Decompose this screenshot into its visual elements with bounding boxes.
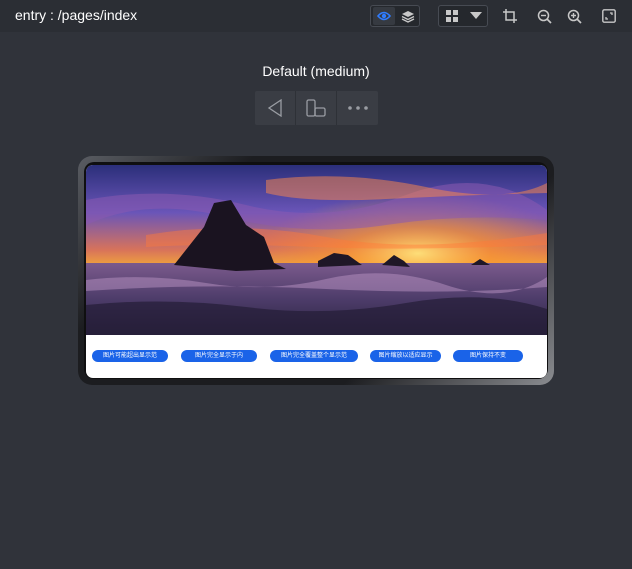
back-triangle-icon[interactable] [255, 91, 296, 125]
image-fit-button-row: 图片可能超出显示范 图片完全显示于内 图片完全覆盖整个显示范 图片缩放以适应显示… [86, 350, 547, 363]
fit-mode-button-4[interactable]: 图片缩放以适应显示 [370, 350, 441, 362]
rotate-device-icon[interactable] [296, 91, 337, 125]
more-icon[interactable] [337, 91, 378, 125]
page-path-title: entry : /pages/index [15, 7, 138, 23]
landscape-image [86, 165, 547, 335]
grid-icon [442, 7, 462, 25]
crop-icon[interactable] [501, 7, 519, 25]
top-toolbar: entry : /pages/index [0, 0, 632, 32]
layers-icon[interactable] [397, 7, 419, 25]
device-screen: 图片可能超出显示范 图片完全显示于内 图片完全覆盖整个显示范 图片缩放以适应显示… [86, 165, 547, 378]
view-toggle-group [370, 5, 420, 27]
fit-mode-button-2[interactable]: 图片完全显示于内 [181, 350, 257, 362]
layout-select[interactable] [438, 5, 488, 27]
fit-mode-button-5[interactable]: 图片保持不变 [453, 350, 523, 362]
device-profile-label: Default (medium) [262, 63, 370, 79]
caret-down-icon [465, 7, 487, 25]
fit-mode-button-1[interactable]: 图片可能超出显示范 [92, 350, 168, 362]
fit-mode-button-3[interactable]: 图片完全覆盖整个显示范 [270, 350, 358, 362]
fit-screen-icon[interactable] [600, 7, 618, 25]
zoom-out-icon[interactable] [535, 7, 553, 25]
zoom-in-icon[interactable] [565, 7, 583, 25]
device-toolbar [255, 91, 378, 125]
eye-icon[interactable] [373, 7, 395, 25]
